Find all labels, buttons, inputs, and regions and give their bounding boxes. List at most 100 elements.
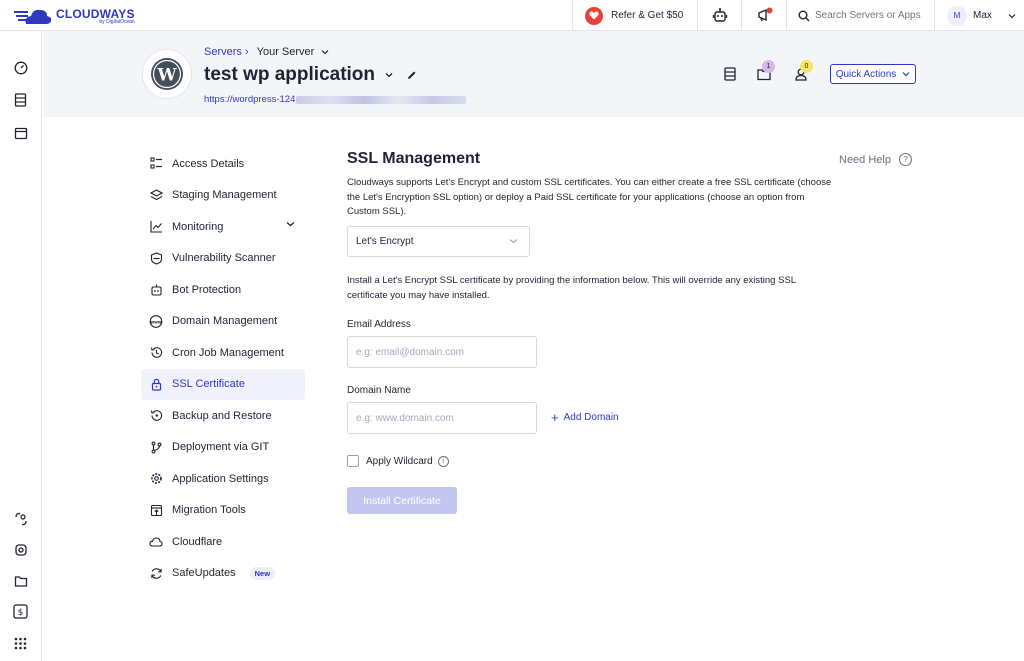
menu-item-bot-protection[interactable]: Bot Protection	[141, 274, 305, 306]
menu-item-cron-job-management[interactable]: Cron Job Management	[141, 337, 305, 369]
megaphone-icon[interactable]	[757, 7, 773, 23]
chevron-down-icon	[509, 239, 518, 244]
menu-item-cloudflare[interactable]: Cloudflare	[141, 526, 305, 558]
applications-icon[interactable]	[12, 124, 29, 141]
email-field[interactable]	[347, 336, 537, 368]
menu-item-deployment-via-git[interactable]: Deployment via GIT	[141, 432, 305, 464]
apply-wildcard-option: Apply Wildcard i	[347, 455, 449, 467]
chevron-down-icon[interactable]	[286, 221, 295, 227]
layers-icon	[149, 188, 163, 202]
folder-count-badge: 1	[762, 60, 775, 73]
edit-pencil-icon[interactable]	[406, 70, 417, 81]
app-name: test wp application	[204, 64, 376, 85]
billing-icon[interactable]: $	[12, 603, 29, 620]
app-switch-chevron-icon[interactable]	[385, 72, 393, 78]
menu-label: SafeUpdates	[172, 567, 236, 580]
certificate-type-select[interactable]: Let's Encrypt	[347, 226, 530, 257]
settings-icon[interactable]	[12, 541, 29, 558]
dashboard-icon[interactable]	[12, 59, 29, 76]
avatar: M	[947, 5, 967, 26]
redacted-url-part	[296, 95, 467, 104]
letsencrypt-instructions: Install a Let's Encrypt SSL certificate …	[347, 275, 796, 301]
menu-item-application-settings[interactable]: Application Settings	[141, 463, 305, 495]
ssl-description: Cloudways supports Let's Encrypt and cus…	[347, 177, 832, 217]
domain-field[interactable]	[347, 402, 537, 434]
quick-actions-label: Quick Actions	[835, 68, 897, 80]
apply-wildcard-checkbox[interactable]	[347, 455, 359, 467]
breadcrumb: Servers › Your Server	[204, 46, 329, 58]
server-details-icon[interactable]	[722, 66, 738, 82]
menu-label: Access Details	[172, 157, 245, 170]
top-bar: CLOUDWAYS by DigitalOcean Refer & Get $5…	[0, 0, 1024, 31]
menu-label: Domain Management	[172, 315, 278, 328]
plus-icon: +	[551, 410, 559, 425]
breadcrumb-servers-link[interactable]: Servers ›	[204, 46, 249, 58]
menu-label: Cron Job Management	[172, 346, 284, 359]
menu-item-safeupdates[interactable]: SafeUpdates New	[141, 558, 305, 590]
quick-actions-button[interactable]: Quick Actions	[830, 64, 916, 84]
chevron-down-icon	[902, 72, 910, 77]
menu-label: Cloudflare	[172, 535, 223, 548]
menu-label: Staging Management	[172, 189, 277, 202]
menu-label: Migration Tools	[172, 504, 246, 517]
need-help-link[interactable]: Need Help ?	[839, 153, 912, 166]
breadcrumb-server-select[interactable]: Your Server	[257, 46, 315, 58]
certificate-type-value: Let's Encrypt	[356, 236, 414, 247]
chevron-down-icon	[1008, 13, 1016, 18]
menu-item-monitoring[interactable]: Monitoring	[141, 211, 305, 243]
search-box[interactable]	[798, 0, 935, 31]
robot-icon	[149, 283, 163, 297]
gear-icon	[149, 472, 163, 486]
menu-label: Deployment via GIT	[172, 441, 270, 454]
search-icon	[798, 10, 810, 21]
apps-grid-icon[interactable]	[12, 635, 29, 652]
robot-icon[interactable]	[712, 7, 728, 23]
left-rail: $	[0, 31, 42, 661]
app-url-link[interactable]: https://wordpress-124	[204, 94, 467, 105]
menu-item-backup-and-restore[interactable]: Backup and Restore	[141, 400, 305, 432]
access-details-icon	[149, 157, 163, 171]
menu-item-domain-management[interactable]: www Domain Management	[141, 306, 305, 338]
user-menu[interactable]: M Max	[947, 0, 1016, 31]
chart-line-icon	[149, 220, 163, 234]
menu-item-ssl-certificate[interactable]: SSL Certificate	[141, 368, 305, 400]
refresh-icon	[149, 566, 163, 580]
history-icon	[149, 346, 163, 360]
brand-name: CLOUDWAYS	[56, 6, 135, 21]
chevron-down-icon[interactable]	[321, 49, 329, 55]
heart-icon	[585, 6, 603, 25]
wordpress-logo-icon: W	[142, 49, 192, 99]
menu-item-access-details[interactable]: Access Details	[141, 148, 305, 180]
install-certificate-button[interactable]: Install Certificate	[347, 487, 457, 514]
menu-item-vulnerability-scanner[interactable]: Vulnerability Scanner	[141, 243, 305, 275]
menu-label: Bot Protection	[172, 283, 242, 296]
cloud-logo-icon	[14, 9, 52, 24]
email-label: Email Address	[347, 319, 411, 330]
cloudways-logo[interactable]: CLOUDWAYS by DigitalOcean	[14, 5, 135, 27]
info-icon[interactable]: i	[437, 455, 449, 467]
servers-icon[interactable]	[12, 91, 29, 108]
add-domain-button[interactable]: + Add Domain	[551, 411, 619, 424]
question-icon: ?	[898, 153, 912, 166]
domain-label: Domain Name	[347, 385, 411, 396]
menu-item-migration-tools[interactable]: Migration Tools	[141, 495, 305, 527]
menu-label: Backup and Restore	[172, 409, 272, 422]
menu-item-staging-management[interactable]: Staging Management	[141, 180, 305, 212]
menu-label: Application Settings	[172, 472, 269, 485]
backup-icon	[149, 409, 163, 423]
git-branch-icon	[149, 440, 163, 454]
folder-icon[interactable]	[12, 572, 29, 589]
migration-icon	[149, 503, 163, 517]
app-url: https://wordpress-124	[204, 94, 296, 105]
refer-button[interactable]: Refer & Get $50	[585, 0, 683, 31]
search-input[interactable]	[815, 10, 935, 21]
svg-text:www: www	[150, 319, 162, 324]
add-domain-label: Add Domain	[563, 412, 619, 423]
lock-icon	[149, 377, 163, 391]
section-title: SSL Management	[347, 150, 481, 167]
team-icon[interactable]	[12, 510, 29, 527]
svg-text:$: $	[18, 608, 24, 618]
shield-scan-icon	[149, 251, 163, 265]
menu-label: Vulnerability Scanner	[172, 252, 276, 265]
cloud-icon	[149, 535, 163, 549]
